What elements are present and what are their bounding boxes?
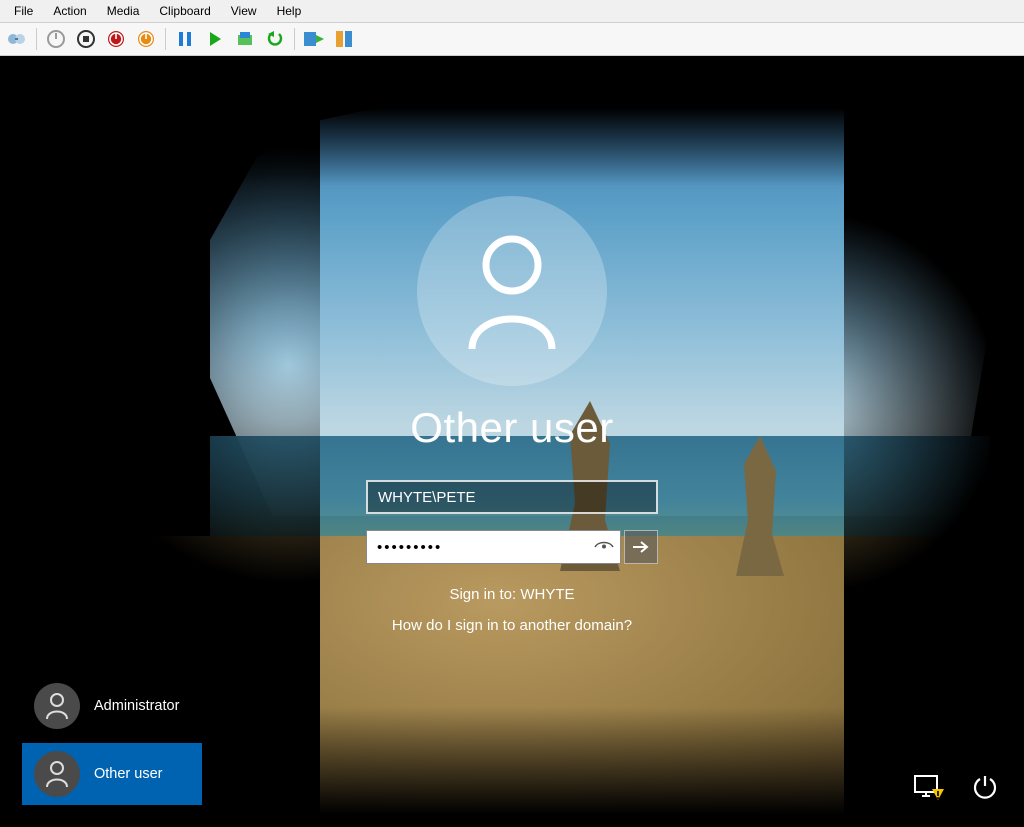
username-wrap — [366, 480, 658, 514]
eye-icon — [594, 540, 614, 554]
password-input[interactable] — [366, 530, 621, 564]
menu-help[interactable]: Help — [267, 1, 312, 21]
arrow-right-icon — [632, 540, 650, 554]
toolbar-separator — [294, 28, 295, 50]
avatar-small — [34, 751, 80, 797]
share-icon[interactable] — [331, 26, 357, 52]
user-tile-other-user[interactable]: Other user — [22, 743, 202, 805]
menu-file[interactable]: File — [4, 1, 43, 21]
user-tile-label: Other user — [94, 766, 163, 782]
user-switcher: Administrator Other user — [22, 675, 202, 805]
poweroff-grey-icon[interactable] — [43, 26, 69, 52]
user-tile-administrator[interactable]: Administrator — [22, 675, 202, 737]
ease-of-access-button[interactable] — [912, 771, 946, 805]
toolbar-separator — [36, 28, 37, 50]
username-input[interactable] — [366, 480, 658, 514]
avatar-large — [417, 196, 607, 386]
user-icon — [44, 692, 70, 720]
user-icon — [44, 760, 70, 788]
reveal-password-button[interactable] — [587, 530, 621, 564]
login-utility-icons — [912, 771, 1002, 805]
restart-orange-icon[interactable] — [133, 26, 159, 52]
toolbar-separator — [165, 28, 166, 50]
vm-toolbar — [0, 23, 1024, 56]
signin-to-label: Sign in to: WHYTE — [449, 586, 574, 603]
power-icon — [971, 774, 999, 802]
enhanced-session-icon[interactable] — [301, 26, 327, 52]
menu-clipboard[interactable]: Clipboard — [149, 1, 220, 21]
login-panel: Other user Sign in to: WHYTE How do I si… — [332, 196, 692, 634]
other-domain-link[interactable]: How do I sign in to another domain? — [392, 617, 632, 634]
avatar-small — [34, 683, 80, 729]
vm-menubar: File Action Media Clipboard View Help — [0, 0, 1024, 23]
pause-icon[interactable] — [172, 26, 198, 52]
menu-action[interactable]: Action — [43, 1, 96, 21]
login-title: Other user — [410, 404, 613, 452]
user-icon — [457, 231, 567, 351]
menu-view[interactable]: View — [221, 1, 267, 21]
connect-icon[interactable] — [4, 26, 30, 52]
submit-button[interactable] — [624, 530, 658, 564]
password-wrap — [366, 530, 658, 564]
play-icon[interactable] — [202, 26, 228, 52]
power-button[interactable] — [968, 771, 1002, 805]
stop-icon[interactable] — [73, 26, 99, 52]
checkpoint-icon[interactable] — [232, 26, 258, 52]
shutdown-red-icon[interactable] — [103, 26, 129, 52]
user-tile-label: Administrator — [94, 698, 179, 714]
revert-icon[interactable] — [262, 26, 288, 52]
menu-media[interactable]: Media — [97, 1, 150, 21]
vm-display: Other user Sign in to: WHYTE How do I si… — [0, 56, 1024, 827]
ease-of-access-icon — [914, 775, 944, 801]
